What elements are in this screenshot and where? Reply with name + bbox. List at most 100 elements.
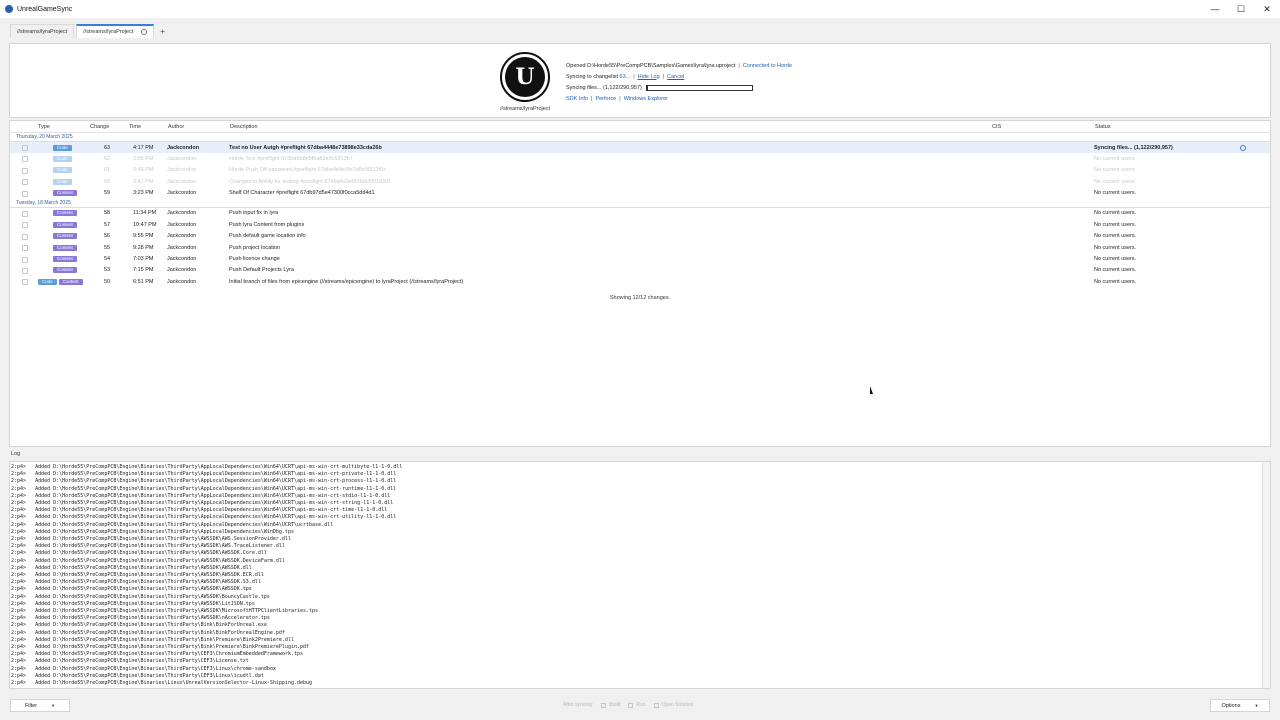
windows-explorer-link[interactable]: Windows Explorer <box>624 96 668 102</box>
change-row[interactable]: Content 59 3:23 PM Jackcondon Shelf Of Chara… <box>10 188 1270 199</box>
syncing-changelist-link[interactable]: 63... <box>620 74 631 80</box>
log-scrollbar[interactable] <box>1262 462 1270 688</box>
change-status: No current users <box>1094 155 1135 162</box>
log-line: 2:p4> Added D:\Horde55\PreCompPCB\Engine… <box>11 521 334 528</box>
date-group-header: Tuesday, 18 March 2025 <box>10 199 1270 208</box>
add-tab-button[interactable]: + <box>160 27 165 38</box>
log-line: 2:p4> Added D:\Horde55\PreCompPCB\Engine… <box>11 564 252 571</box>
change-row[interactable]: Code 62 3:55 PM Jackcondon Horde Test #prefl… <box>10 153 1270 164</box>
change-status: No current users <box>1094 167 1135 174</box>
change-number: 58 <box>104 210 111 217</box>
change-row[interactable]: Code 63 4:17 PM Jackcondon Test no User Autg… <box>10 142 1270 154</box>
tab-project-1[interactable]: //streams/lyraProject <box>10 24 75 38</box>
change-description: Push input fix in lyra <box>229 210 279 217</box>
change-status: No current users. <box>1094 210 1137 217</box>
cancel-sync-link[interactable]: Cancel <box>667 74 684 80</box>
change-description: Push project location <box>229 244 281 251</box>
change-author: Jackcondon <box>167 256 197 263</box>
options-dropdown[interactable]: Options ▼ <box>1210 699 1270 712</box>
separator: | <box>619 95 621 102</box>
change-number: 61 <box>104 167 111 174</box>
change-number: 59 <box>104 190 111 197</box>
change-status: No current users. <box>1094 221 1137 228</box>
type-cell: Content <box>53 256 79 263</box>
log-line: 2:p4> Added D:\Horde55\PreCompPCB\Engine… <box>11 629 285 636</box>
row-checkbox[interactable] <box>22 222 28 229</box>
change-author: Jackcondon <box>167 190 197 197</box>
column-status[interactable]: Status <box>1095 124 1111 130</box>
change-status: No current users. <box>1094 233 1137 240</box>
row-checkbox[interactable] <box>22 210 28 217</box>
type-cell: Code <box>53 178 74 185</box>
change-row[interactable]: Code 61 3:46 PM Jackcondon Horde Push Off pa… <box>10 165 1270 176</box>
row-checkbox[interactable] <box>22 190 28 197</box>
change-row[interactable]: Content 53 7:15 PM Jackcondon Push Default P… <box>10 265 1270 276</box>
filter-dropdown[interactable]: Filter ▼ <box>10 699 70 712</box>
type-badge: Content <box>53 221 77 228</box>
row-checkbox[interactable] <box>22 167 28 174</box>
change-time: 10:47 PM <box>133 221 157 228</box>
change-time: 6:51 PM <box>133 278 154 285</box>
row-checkbox[interactable] <box>22 233 28 240</box>
change-time: 3:41 PM <box>133 178 154 185</box>
open-solution-checkbox[interactable] <box>653 702 659 708</box>
log-line: 2:p4> Added D:\Horde55\PreCompPCB\Engine… <box>11 543 285 550</box>
type-badge: Content <box>53 256 77 263</box>
row-checkbox[interactable] <box>22 156 28 163</box>
log-line: 2:p4> Added D:\Horde55\PreCompPCB\Engine… <box>11 665 276 672</box>
row-checkbox[interactable] <box>22 245 28 252</box>
column-time[interactable]: Time <box>129 124 141 130</box>
tab-project-2[interactable]: //streams/lyraProject <box>76 24 155 38</box>
change-row[interactable]: Code Content 50 6:51 PM Jackcondon Initial br… <box>10 276 1270 287</box>
log-line: 2:p4> Added D:\Horde55\PreCompPCB\Engine… <box>11 651 303 658</box>
row-checkbox[interactable] <box>22 145 28 151</box>
row-checkbox[interactable] <box>22 267 28 274</box>
mouse-cursor-icon <box>870 386 873 394</box>
perforce-link[interactable]: Perforce <box>595 96 616 102</box>
change-time: 7:15 PM <box>133 267 154 274</box>
open-solution-label: Open Solution <box>661 702 694 708</box>
log-line: 2:p4> Added D:\Horde55\PreCompPCB\Engine… <box>11 622 267 629</box>
change-time: 7:03 PM <box>133 256 154 263</box>
row-checkbox[interactable] <box>22 256 28 263</box>
minimize-button[interactable]: — <box>1202 0 1228 18</box>
close-window-button[interactable]: ✕ <box>1254 0 1280 18</box>
change-row[interactable]: Content 54 7:03 PM Jackcondon Push licence c… <box>10 254 1270 265</box>
change-row[interactable]: Content 56 9:55 PM Jackcondon Push default g… <box>10 231 1270 242</box>
project-logo-area: U //streams/lyraProject <box>487 52 563 112</box>
log-line: 2:p4> Added D:\Horde55\PreCompPCB\Engine… <box>11 500 394 507</box>
row-checkbox[interactable] <box>22 279 28 286</box>
column-change[interactable]: Change <box>90 124 109 130</box>
separator: | <box>633 73 635 80</box>
type-cell: Code <box>53 155 74 162</box>
run-label: Run <box>636 702 646 708</box>
row-checkbox[interactable] <box>22 179 28 186</box>
connected-to-horde-link[interactable]: Connected to Horde <box>743 63 792 69</box>
column-description[interactable]: Description <box>230 124 258 130</box>
type-badge: Code <box>53 167 72 174</box>
maximize-button[interactable]: ☐ <box>1228 0 1254 18</box>
change-author: Jackcondon <box>167 167 197 174</box>
column-author[interactable]: Author <box>168 124 184 130</box>
change-row[interactable]: Content 57 10:47 PM Jackcondon Push lyra Con… <box>10 219 1270 230</box>
change-description: Push default game location info <box>229 233 306 240</box>
syncing-prefix: Syncing to changelist <box>566 73 618 80</box>
change-description: Push lyra Content from plugins <box>229 221 305 228</box>
bottom-bar: Filter ▼ After syncing: Build Run Open S… <box>0 698 1280 714</box>
hide-log-link[interactable]: Hide Log <box>638 74 660 80</box>
run-checkbox[interactable] <box>628 702 634 708</box>
change-author: Jackcondon <box>167 244 197 251</box>
column-cis[interactable]: CIS <box>992 124 1001 130</box>
change-row[interactable]: Content 58 11:34 PM Jackcondon Push input fi… <box>10 208 1270 219</box>
change-row[interactable]: Content 55 9:28 PM Jackcondon Push project l… <box>10 242 1270 253</box>
change-author: Jackcondon <box>167 278 197 285</box>
tab-close-icon[interactable] <box>141 29 148 35</box>
sdk-info-link[interactable]: SDK Info <box>566 96 588 102</box>
build-checkbox[interactable] <box>601 702 607 708</box>
change-status: No current users. <box>1094 267 1137 274</box>
sync-status: Opened D:\Horde55\PreCompPCB\Samples\Gam… <box>566 60 792 104</box>
window-title: UnrealGameSync <box>17 5 73 13</box>
change-row[interactable]: Code 60 3:41 PM Jackcondon Changes to Abilit… <box>10 176 1270 187</box>
changes-list: Type Change Time Author Description CIS … <box>9 120 1271 447</box>
column-type[interactable]: Type <box>38 124 50 130</box>
